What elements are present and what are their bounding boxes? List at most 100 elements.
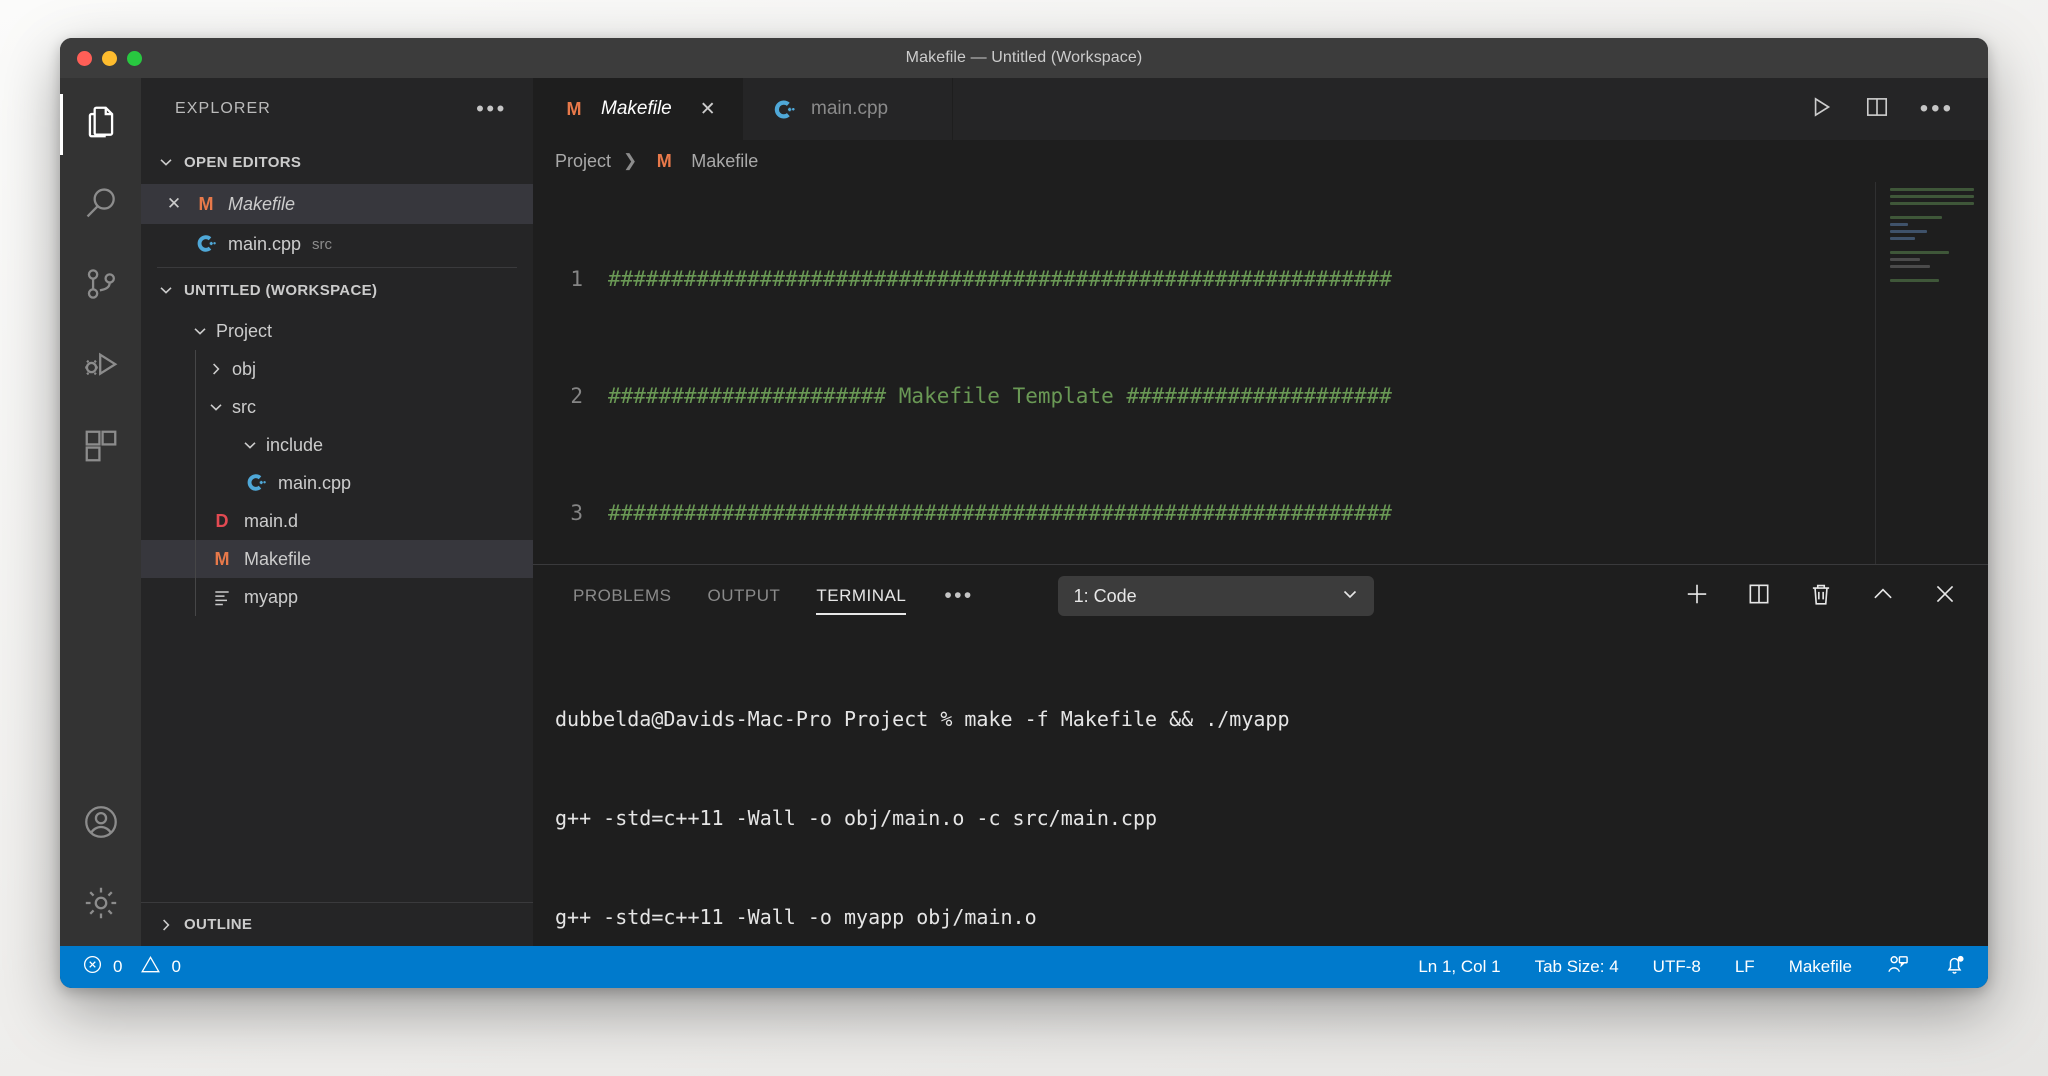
tree-item-label: Project: [216, 320, 273, 341]
d-file-icon: D: [215, 510, 229, 531]
activity-item-source-control[interactable]: [60, 246, 141, 327]
tab-makefile[interactable]: M Makefile ✕: [533, 78, 743, 140]
tree-item-label: myapp: [244, 586, 299, 607]
breadcrumb-folder[interactable]: Project: [555, 151, 611, 172]
tab-main-cpp[interactable]: main.cpp: [743, 78, 953, 140]
account-icon: [82, 803, 120, 846]
tree-item-label: obj: [232, 358, 257, 379]
maximize-window-button[interactable]: [127, 50, 142, 66]
line-text: ###################### Makefile Template…: [608, 384, 1392, 408]
activity-item-settings[interactable]: [60, 865, 141, 946]
status-cursor-position[interactable]: Ln 1, Col 1: [1418, 957, 1500, 977]
terminal-line: dubbelda@Davids-Mac-Pro Project % make -…: [555, 707, 1290, 731]
tree-item-project[interactable]: Project: [141, 312, 533, 350]
code-line: 1 ######################################…: [533, 260, 1988, 299]
play-icon[interactable]: [1808, 94, 1834, 125]
close-tab-icon[interactable]: ✕: [700, 98, 716, 121]
makefile-icon: M: [214, 548, 230, 569]
sidebar-more-actions-button[interactable]: •••: [476, 98, 507, 120]
close-window-button[interactable]: [77, 50, 92, 66]
terminal-select[interactable]: 1: Code: [1057, 576, 1374, 616]
panel-tab-terminal[interactable]: TERMINAL: [798, 565, 924, 627]
panel-tab-problems[interactable]: PROBLEMS: [555, 565, 689, 627]
ellipsis-icon[interactable]: •••: [1920, 97, 1954, 121]
notifications-bell-icon[interactable]: [1943, 953, 1966, 981]
status-language-mode[interactable]: Makefile: [1789, 957, 1852, 977]
binary-icon: [207, 587, 237, 608]
line-text: ########################################…: [608, 267, 1392, 291]
open-editor-label: main.cpp: [228, 233, 302, 254]
status-eol[interactable]: LF: [1735, 957, 1755, 977]
activity-item-run-and-debug[interactable]: [60, 327, 141, 408]
terminal-output[interactable]: dubbelda@Davids-Mac-Pro Project % make -…: [533, 627, 1988, 946]
code-line: 3 ######################################…: [533, 494, 1988, 533]
trash-icon[interactable]: [1808, 581, 1834, 612]
tree-item-src[interactable]: src: [141, 388, 533, 426]
open-editor-maincpp[interactable]: main.cpp src: [141, 224, 533, 264]
activity-bar: [60, 78, 141, 946]
breadcrumb-file[interactable]: Makefile: [691, 151, 758, 172]
bottom-panel: PROBLEMS OUTPUT TERMINAL ••• 1: Code dub…: [533, 564, 1988, 946]
editor-divider: [1875, 182, 1876, 564]
close-editor-icon[interactable]: ✕: [157, 194, 191, 214]
tree-item-include[interactable]: include: [141, 426, 533, 464]
status-tab-size[interactable]: Tab Size: 4: [1535, 957, 1619, 977]
line-number: 1: [570, 267, 583, 291]
tree-guide: [195, 350, 196, 388]
editor-toolbar: •••: [1808, 78, 1988, 140]
terminal-select-value: 1: Code: [1073, 585, 1137, 606]
close-icon[interactable]: [1932, 581, 1958, 612]
activity-item-search[interactable]: [60, 165, 141, 246]
chevron-down-icon: [157, 281, 175, 299]
section-outline-label: OUTLINE: [184, 916, 253, 933]
warning-icon: [140, 954, 161, 980]
chevron-up-icon[interactable]: [1870, 581, 1896, 612]
plus-icon[interactable]: [1684, 581, 1710, 612]
tree-item-myapp[interactable]: myapp: [141, 578, 533, 616]
sidebar: EXPLORER ••• OPEN EDITORS ✕ M Makefile m…: [141, 78, 533, 946]
tree-item-makefile[interactable]: M Makefile: [141, 540, 533, 578]
activity-item-accounts[interactable]: [60, 784, 141, 865]
files-icon: [82, 103, 120, 146]
run-debug-icon: [82, 346, 120, 389]
panel-more-button[interactable]: •••: [924, 584, 993, 608]
section-workspace-label: UNTITLED (WORKSPACE): [184, 281, 378, 299]
split-icon[interactable]: [1746, 581, 1772, 612]
window-title: Makefile — Untitled (Workspace): [905, 49, 1143, 66]
extensions-icon: [82, 427, 120, 470]
tree-item-label: main.d: [244, 510, 299, 531]
status-encoding[interactable]: UTF-8: [1653, 957, 1701, 977]
tree-item-main-d[interactable]: D main.d: [141, 502, 533, 540]
activity-item-extensions[interactable]: [60, 408, 141, 489]
traffic-lights: [60, 50, 142, 66]
activity-item-explorer[interactable]: [60, 84, 141, 165]
live-share-icon[interactable]: [1886, 953, 1909, 981]
section-open-editors[interactable]: OPEN EDITORS: [141, 140, 533, 184]
panel-tab-output[interactable]: OUTPUT: [689, 565, 798, 627]
tree-guide: [195, 426, 196, 464]
tab-label: Makefile: [601, 98, 672, 119]
minimize-window-button[interactable]: [102, 50, 117, 66]
open-editor-makefile[interactable]: ✕ M Makefile: [141, 184, 533, 224]
tree-guide: [195, 540, 196, 578]
code-content: 1 ######################################…: [533, 182, 1988, 564]
search-icon: [82, 184, 120, 227]
tree-item-obj[interactable]: obj: [141, 350, 533, 388]
chevron-right-icon: [157, 916, 175, 934]
line-number: 2: [570, 384, 583, 408]
code-editor[interactable]: 1 ######################################…: [533, 182, 1988, 564]
section-workspace[interactable]: UNTITLED (WORKSPACE): [141, 268, 533, 312]
editor-tab-bar: M Makefile ✕ main.cpp •••: [533, 78, 1988, 140]
section-outline[interactable]: OUTLINE: [141, 902, 533, 946]
tree-guide: [195, 578, 196, 616]
vscode-window: Makefile — Untitled (Workspace) EXPLORER…: [60, 38, 1988, 988]
tree-item-label: src: [232, 396, 256, 417]
split-editor-icon[interactable]: [1864, 94, 1890, 125]
error-count: 0: [113, 957, 123, 976]
open-editor-label: Makefile: [228, 193, 296, 214]
panel-actions: [1684, 581, 1958, 612]
tree-item-main-cpp[interactable]: main.cpp: [141, 464, 533, 502]
tree-item-label: include: [266, 434, 324, 455]
minimap[interactable]: [1890, 188, 1974, 303]
status-problems[interactable]: 0 0: [82, 954, 181, 980]
